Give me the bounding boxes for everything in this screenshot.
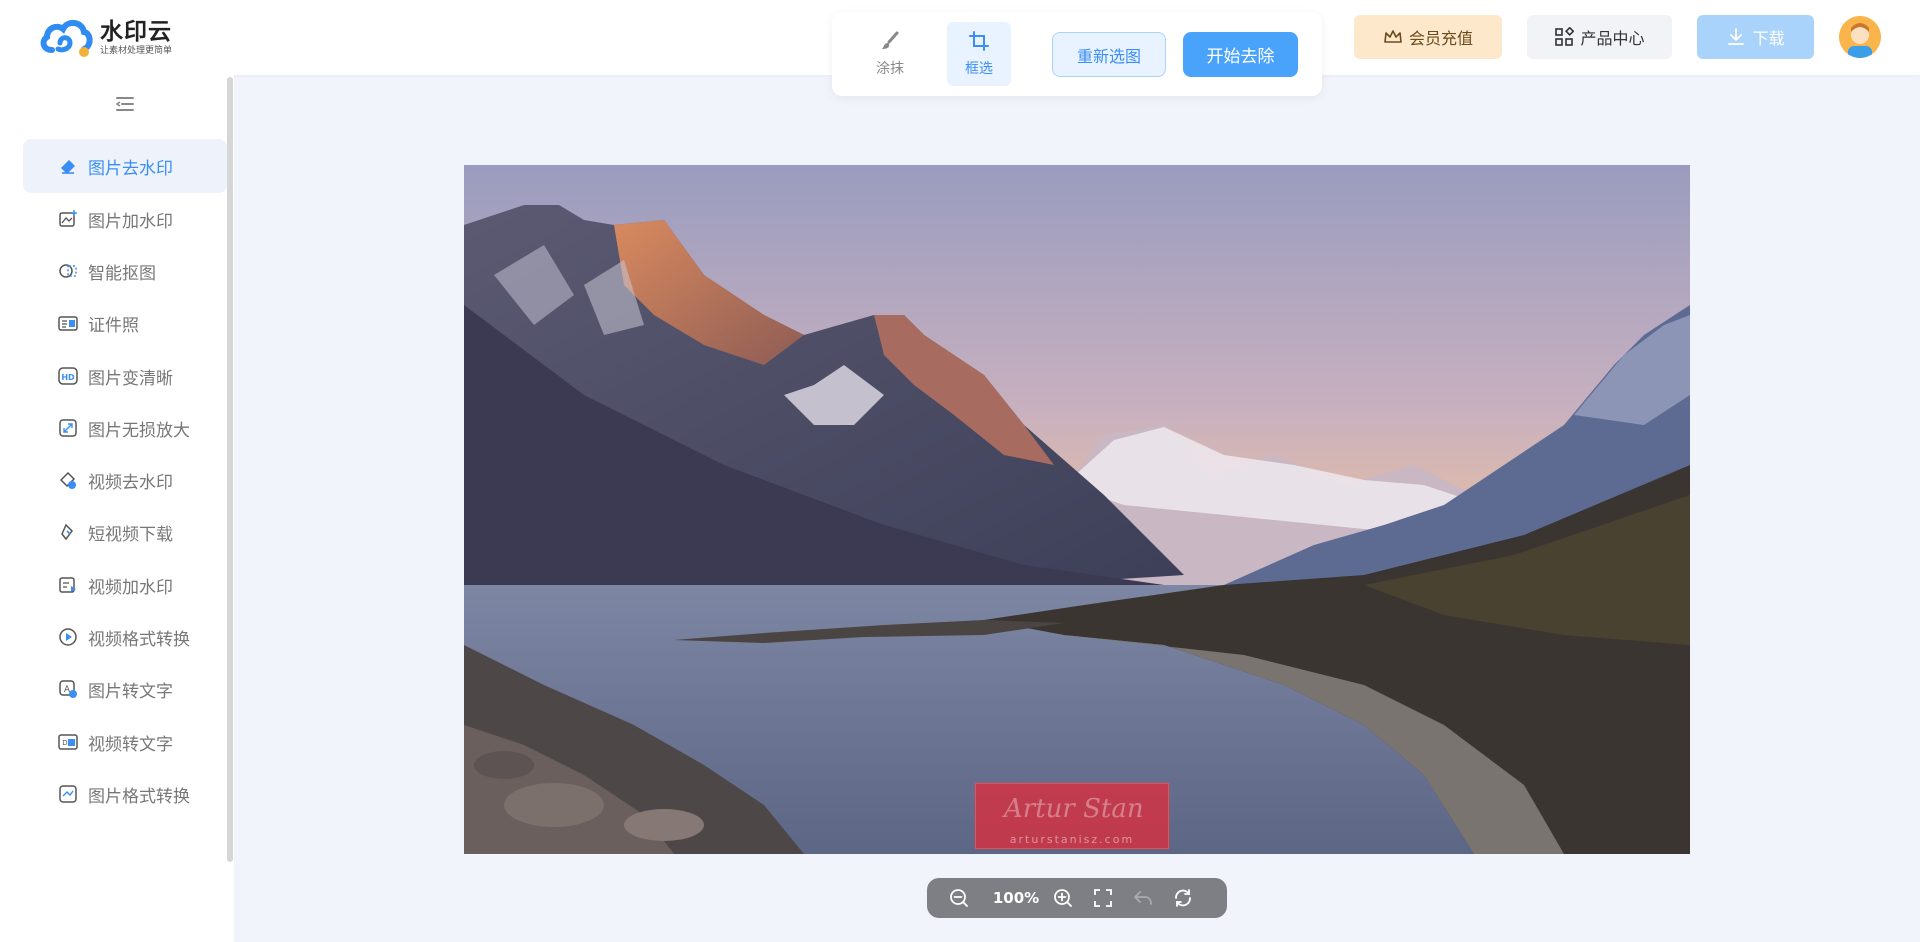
enlarge-icon: [58, 418, 78, 438]
image-add-icon: [58, 209, 78, 229]
selection-box[interactable]: Artur Stan arturstanisz.com: [975, 783, 1169, 849]
svg-text:D: D: [62, 739, 67, 747]
sidebar-item-image-format-convert[interactable]: 图片格式转换: [23, 767, 227, 821]
hd-icon: HD: [58, 366, 78, 386]
tool-panel: 涂抹 框选 重新选图 开始去除: [832, 12, 1322, 96]
product-center-button[interactable]: 产品中心: [1527, 15, 1672, 59]
sidebar-item-video-add-watermark[interactable]: 视频加水印: [23, 558, 227, 612]
sidebar-item-label: 图片去水印: [88, 158, 173, 179]
watermark-text: arturstanisz.com: [1009, 833, 1135, 846]
link-icon: [58, 522, 78, 542]
zoom-toolbar: 100%: [927, 878, 1227, 918]
image-canvas[interactable]: [464, 165, 1690, 854]
reset-icon[interactable]: [1171, 886, 1195, 910]
sidebar-item-label: 视频格式转换: [88, 629, 190, 650]
format-icon: [58, 784, 78, 804]
app-logo[interactable]: 水印云 让素材处理更简单: [38, 16, 172, 60]
sidebar-item-label: 证件照: [88, 315, 139, 336]
brush-icon: [882, 31, 899, 49]
sidebar-item-image-to-text[interactable]: A 图片转文字: [23, 662, 227, 716]
sidebar-item-short-video-download[interactable]: 短视频下载: [23, 505, 227, 559]
undo-icon[interactable]: [1131, 886, 1155, 910]
brand-tagline: 让素材处理更简单: [100, 46, 173, 56]
sidebar-scrollbar[interactable]: [227, 77, 233, 862]
sidebar-item-lossless-enlarge[interactable]: 图片无损放大: [23, 401, 227, 455]
video-eraser-icon: [58, 470, 78, 490]
crop-tool-button[interactable]: 框选: [947, 22, 1011, 86]
product-label: 产品中心: [1580, 29, 1645, 48]
video-add-icon: [58, 575, 78, 595]
mountain-lake-photo: [464, 165, 1690, 854]
sidebar-item-video-format-convert[interactable]: 视频格式转换: [23, 610, 227, 664]
cloud-logo-icon: [38, 16, 94, 60]
sidebar-item-smart-cutout[interactable]: 智能抠图: [23, 244, 227, 298]
video-text-icon: D: [58, 732, 78, 752]
sidebar-item-label: 图片格式转换: [88, 786, 190, 807]
grid-icon: [1555, 27, 1575, 46]
watermark-signature: Artur Stan: [1004, 794, 1144, 824]
brand-name: 水印云: [100, 19, 172, 45]
menu-collapse-icon[interactable]: [113, 95, 137, 113]
sidebar-item-label: 图片变清晰: [88, 368, 173, 389]
start-remove-button[interactable]: 开始去除: [1183, 32, 1298, 77]
sidebar-item-image-watermark-removal[interactable]: 图片去水印: [23, 139, 227, 193]
eraser-icon: [58, 156, 78, 176]
crop-tool-label: 框选: [965, 61, 993, 77]
crop-icon: [969, 31, 989, 51]
download-icon: [1728, 28, 1745, 45]
fullscreen-icon[interactable]: [1091, 886, 1115, 910]
zoom-in-icon[interactable]: [1051, 886, 1075, 910]
crown-icon: [1384, 30, 1402, 43]
reselect-image-button[interactable]: 重新选图: [1052, 32, 1166, 77]
image-text-icon: A: [58, 679, 78, 699]
sidebar-item-label: 视频转文字: [88, 734, 173, 755]
brush-tool-label: 涂抹: [876, 61, 904, 77]
sidebar-item-label: 智能抠图: [88, 263, 156, 284]
sidebar-item-label: 短视频下载: [88, 524, 173, 545]
zoom-out-icon[interactable]: [947, 886, 971, 910]
user-avatar[interactable]: [1839, 16, 1881, 58]
sidebar-item-label: 视频去水印: [88, 472, 173, 493]
sidebar-item-video-watermark-removal[interactable]: 视频去水印: [23, 453, 227, 507]
sidebar-item-image-sharpen[interactable]: HD 图片变清晰: [23, 349, 227, 403]
sidebar-item-label: 图片加水印: [88, 211, 173, 232]
zoom-level: 100%: [992, 889, 1040, 907]
download-label: 下载: [1752, 29, 1785, 48]
vip-label: 会员充值: [1408, 29, 1473, 48]
vip-recharge-button[interactable]: 会员充值: [1354, 15, 1502, 59]
sidebar-item-label: 视频加水印: [88, 577, 173, 598]
id-card-icon: [58, 313, 78, 333]
sidebar-item-label: 图片无损放大: [88, 420, 190, 441]
sidebar-item-image-add-watermark[interactable]: 图片加水印: [23, 192, 227, 246]
brush-tool-button[interactable]: 涂抹: [858, 22, 922, 86]
sidebar: 图片去水印 图片加水印 智能抠图 证件照 HD 图片变清晰 图片无损放大 视频去…: [0, 75, 234, 942]
sidebar-item-id-photo[interactable]: 证件照: [23, 296, 227, 350]
download-button[interactable]: 下载: [1697, 15, 1814, 59]
svg-text:HD: HD: [61, 373, 75, 382]
sidebar-item-label: 图片转文字: [88, 681, 173, 702]
play-circle-icon: [58, 627, 78, 647]
cutout-icon: [58, 261, 78, 281]
sidebar-item-video-to-text[interactable]: D 视频转文字: [23, 715, 227, 769]
